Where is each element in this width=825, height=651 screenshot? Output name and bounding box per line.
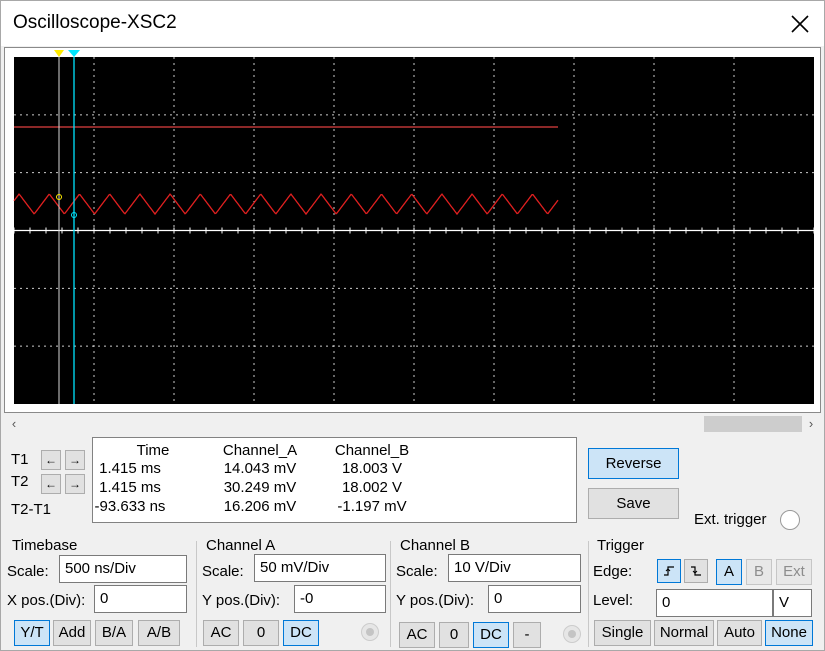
t2-channel-a: 30.249 mV xyxy=(223,479,297,496)
ext-trigger-terminal[interactable] xyxy=(780,510,800,530)
trigger-title: Trigger xyxy=(595,537,646,554)
t1-time: 1.415 ms xyxy=(99,460,161,477)
t2-time: 1.415 ms xyxy=(99,479,161,496)
t2-left-button[interactable]: ← xyxy=(41,474,61,494)
scope-screen[interactable] xyxy=(4,47,821,413)
save-button[interactable]: Save xyxy=(588,488,679,519)
oscilloscope-window: Oscilloscope-XSC2 ‹ › T1 T2 T2-T1 ← → ← … xyxy=(0,0,825,651)
channel-b-terminal xyxy=(563,625,581,643)
channel-b-ypos-label: Y pos.(Div): xyxy=(396,592,475,609)
channel-b-ac-button[interactable]: AC xyxy=(399,622,435,648)
xpos-label: X pos.(Div): xyxy=(7,592,86,609)
delta-time: -93.633 ns xyxy=(94,498,166,515)
channel-a-terminal xyxy=(361,623,379,641)
cursor-t2-handle xyxy=(68,50,80,57)
trigger-normal-button[interactable]: Normal xyxy=(654,620,714,646)
channel-b-invert-button[interactable]: - xyxy=(513,622,541,648)
rising-edge-icon[interactable] xyxy=(657,559,681,583)
channel-a-zero-button[interactable]: 0 xyxy=(243,620,279,646)
header-time: Time xyxy=(136,442,170,459)
channel-a-ypos-label: Y pos.(Div): xyxy=(202,592,281,609)
scope-display[interactable] xyxy=(5,48,820,412)
channel-b-scale-field[interactable]: 10 V/Div xyxy=(448,554,581,582)
trigger-level-unit[interactable]: V xyxy=(773,589,812,617)
delta-channel-a: 16.206 mV xyxy=(223,498,297,515)
title-bar: Oscilloscope-XSC2 xyxy=(1,1,824,46)
timebase-scale-label: Scale: xyxy=(7,563,49,580)
trigger-none-button[interactable]: None xyxy=(765,620,813,646)
scroll-thumb[interactable] xyxy=(704,416,802,432)
close-icon[interactable] xyxy=(783,7,817,41)
trigger-source-b-button[interactable]: B xyxy=(746,559,772,585)
yt-mode-button[interactable]: Y/T xyxy=(14,620,50,646)
trigger-source-ext-button[interactable]: Ext xyxy=(776,559,812,585)
cursor-readout: Time Channel_A Channel_B 1.415 ms 14.043… xyxy=(92,437,577,523)
channel-a-ypos-field[interactable]: -0 xyxy=(294,585,386,613)
trigger-level-label: Level: xyxy=(593,592,634,609)
t2-channel-b: 18.002 V xyxy=(341,479,403,496)
channel-b-title: Channel B xyxy=(398,537,473,554)
falling-edge-icon[interactable] xyxy=(684,559,708,583)
horizontal-scrollbar[interactable]: ‹ › xyxy=(4,415,821,433)
trigger-auto-button[interactable]: Auto xyxy=(717,620,762,646)
divider xyxy=(196,541,197,647)
trigger-single-button[interactable]: Single xyxy=(594,620,651,646)
channel-b-zero-button[interactable]: 0 xyxy=(439,622,469,648)
t1-channel-a: 14.043 mV xyxy=(223,460,297,477)
timebase-title: Timebase xyxy=(10,537,80,554)
ab-mode-button[interactable]: A/B xyxy=(138,620,180,646)
trigger-edge-label: Edge: xyxy=(593,563,633,580)
channel-a-dc-button[interactable]: DC xyxy=(283,620,319,646)
trigger-level-field[interactable]: 0 xyxy=(656,589,773,617)
channel-b-ypos-field[interactable]: 0 xyxy=(488,585,581,613)
timebase-scale-field[interactable]: 500 ns/Div xyxy=(59,555,187,583)
channel-a-scale-label: Scale: xyxy=(202,563,244,580)
channel-a-scale-field[interactable]: 50 mV/Div xyxy=(254,554,386,582)
channel-a-title: Channel A xyxy=(204,537,278,554)
divider xyxy=(588,541,589,647)
reverse-button[interactable]: Reverse xyxy=(588,448,679,479)
channel-b-scale-label: Scale: xyxy=(396,563,438,580)
channel-a-ac-button[interactable]: AC xyxy=(203,620,239,646)
channel-b-dc-button[interactable]: DC xyxy=(473,622,509,648)
window-title: Oscilloscope-XSC2 xyxy=(13,12,177,33)
divider xyxy=(390,541,391,647)
header-channel-b: Channel_B xyxy=(334,442,410,459)
scroll-left-icon[interactable]: ‹ xyxy=(6,415,22,433)
xpos-field[interactable]: 0 xyxy=(94,585,187,613)
t1-label: T1 xyxy=(11,451,29,468)
t2-t1-label: T2-T1 xyxy=(11,501,52,518)
scroll-right-icon[interactable]: › xyxy=(803,415,819,433)
t2-label: T2 xyxy=(11,473,29,490)
header-channel-a: Channel_A xyxy=(222,442,298,459)
trigger-source-a-button[interactable]: A xyxy=(716,559,742,585)
t1-left-button[interactable]: ← xyxy=(41,450,61,470)
add-mode-button[interactable]: Add xyxy=(53,620,91,646)
delta-channel-b: -1.197 mV xyxy=(337,498,407,515)
ba-mode-button[interactable]: B/A xyxy=(95,620,133,646)
t1-channel-b: 18.003 V xyxy=(341,460,403,477)
cursor-t1-handle xyxy=(54,50,64,57)
ext-trigger-label: Ext. trigger xyxy=(694,511,767,528)
